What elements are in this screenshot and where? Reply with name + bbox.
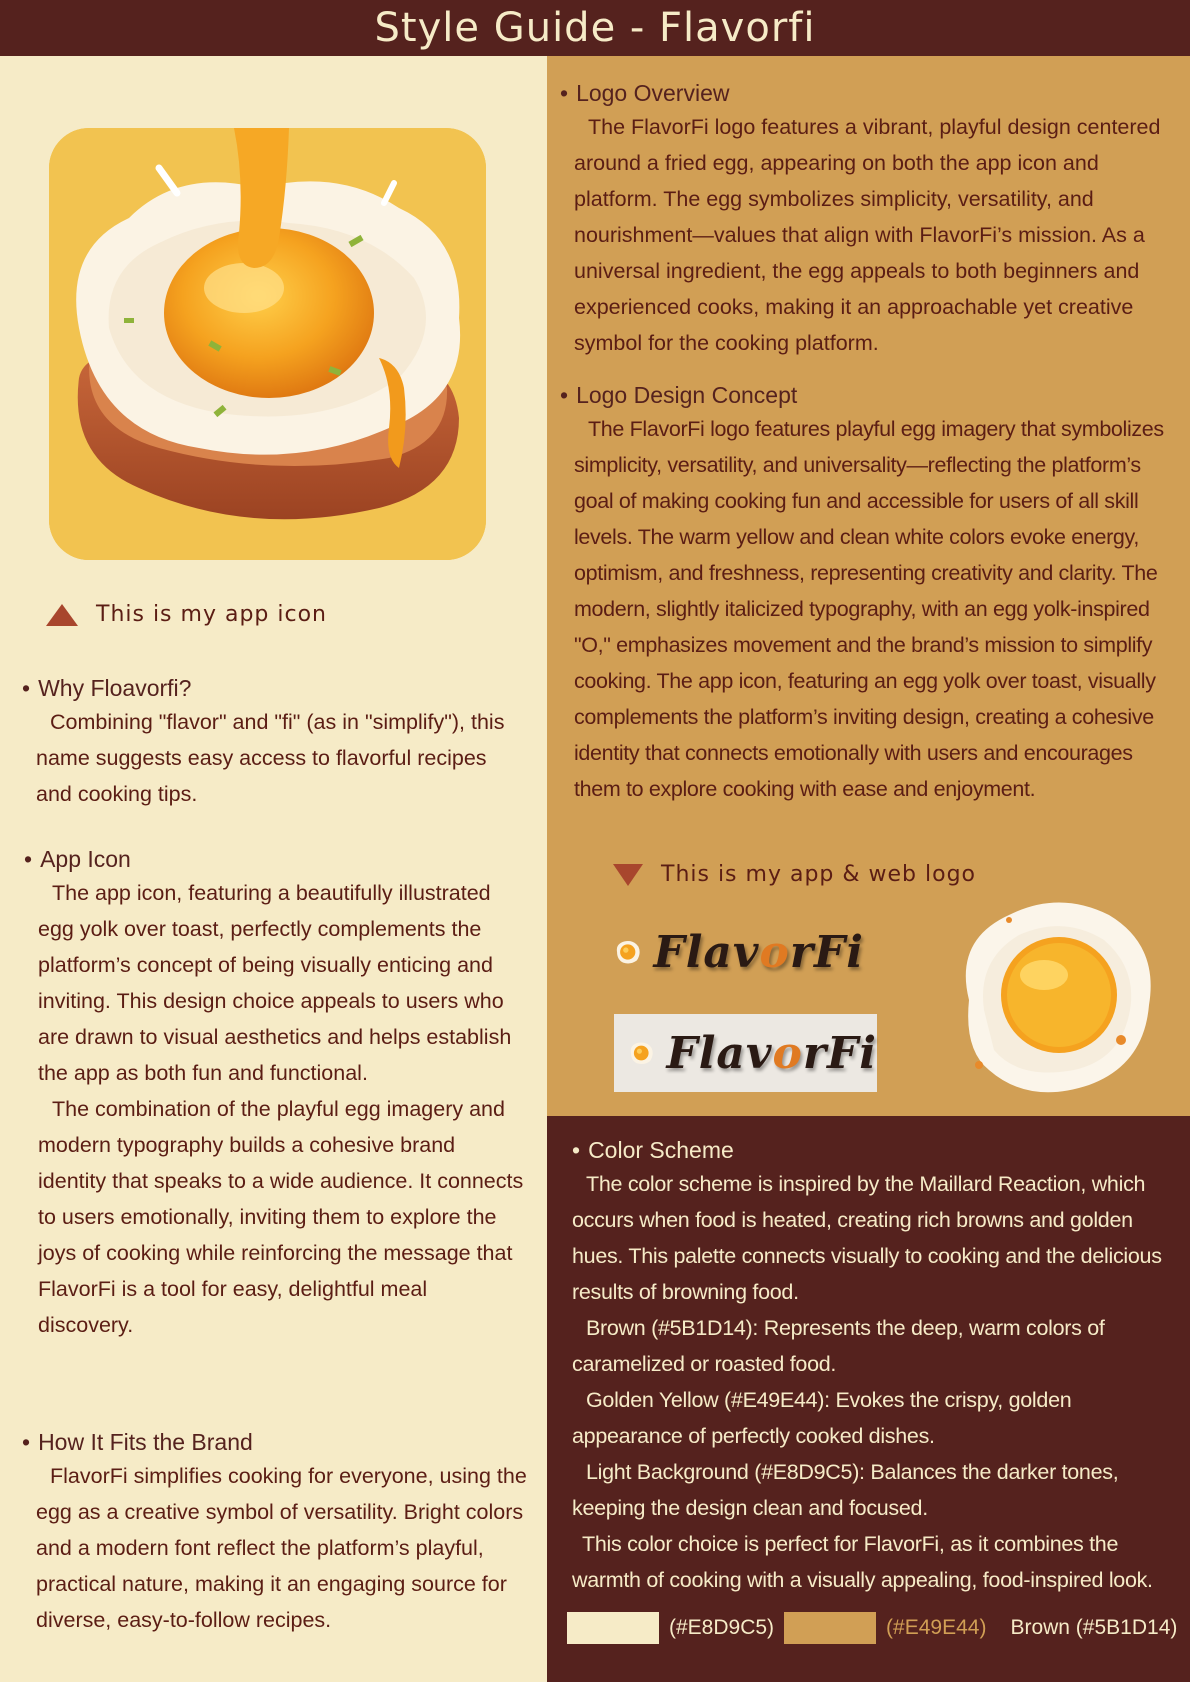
logo-caption-text: This is my app & web logo [661,862,976,887]
color-scheme-panel: • Color Scheme The color scheme is inspir… [547,1116,1190,1682]
section-color-scheme: • Color Scheme The color scheme is inspir… [572,1134,1182,1598]
right-column-top: • Logo Overview The FlavorFi logo feature… [547,56,1190,1116]
app-icon-illustration [49,128,486,560]
section-title: App Icon [40,846,131,872]
app-icon-caption-text: This is my app icon [96,602,327,627]
logo-on-light: FlavorFi [614,1014,877,1092]
triangle-down-icon [613,863,643,886]
bullet-icon: • [24,846,33,872]
section-app-icon: • App Icon The app icon, featuring a beau… [24,843,524,1343]
bullet-icon: • [22,675,31,701]
logo-wordmark: FlavorFi [653,926,864,978]
swatch-golden [784,1612,877,1644]
page-title: Style Guide - Flavorfi [374,5,816,51]
section-paragraph: Combining "flavor" and "fi" (as in "simp… [36,710,505,806]
section-paragraph: This color choice is perfect for FlavorF… [572,1532,1153,1592]
section-title: How It Fits the Brand [38,1429,253,1455]
fried-egg-icon [630,1042,653,1065]
app-icon-caption: This is my app icon [46,602,327,627]
section-paragraph: Golden Yellow (#E49E44): Evokes the cris… [572,1388,1072,1448]
section-paragraph: Brown (#5B1D14): Represents the deep, wa… [572,1316,1105,1376]
logo-wordmark: FlavorFi [666,1027,877,1079]
swatch-golden-label: (#E49E44) [886,1616,987,1639]
section-paragraph: Light Background (#E8D9C5): Balances the… [572,1460,1119,1520]
logo-on-gold: FlavorFi [614,916,864,988]
bullet-icon: • [572,1137,581,1163]
section-title: Color Scheme [588,1137,734,1163]
swatch-light-label: (#E8D9C5) [669,1616,775,1639]
section-paragraph: The color scheme is inspired by the Mail… [572,1172,1162,1304]
large-fried-egg-icon [965,902,1151,1093]
logo-caption: This is my app & web logo [613,862,976,887]
section-title: Why Floavorfi? [38,675,192,701]
egg-on-toast-icon [49,128,486,560]
bullet-icon: • [560,382,569,408]
swatch-light [567,1612,659,1644]
section-logo-overview: • Logo Overview The FlavorFi logo feature… [560,77,1178,361]
section-paragraph: FlavorFi simplifies cooking for everyone… [36,1464,527,1632]
bullet-icon: • [22,1429,31,1455]
section-paragraph: The FlavorFi logo features playful egg i… [574,417,1164,801]
section-title: Logo Design Concept [576,382,798,408]
left-column: This is my app icon • Why Floavorfi? Comb… [0,56,547,1682]
fried-egg-icon [616,941,640,964]
color-swatches: (#E8D9C5) (#E49E44) Brown (#5B1D14) [567,1612,1177,1644]
section-paragraph: The combination of the playful egg image… [38,1097,524,1337]
swatch-brown-label: Brown (#5B1D14) [1010,1616,1178,1639]
section-paragraph: The FlavorFi logo features a vibrant, pl… [574,115,1161,355]
bullet-icon: • [560,80,569,106]
page-header: Style Guide - Flavorfi [0,0,1190,56]
triangle-up-icon [46,603,78,626]
section-fits-brand: • How It Fits the Brand FlavorFi simplifi… [22,1426,527,1638]
section-why-flavorfi: • Why Floavorfi? Combining "flavor" and "… [22,672,522,812]
section-logo-design-concept: • Logo Design Concept The FlavorFi logo f… [560,379,1180,807]
section-title: Logo Overview [576,80,730,106]
section-paragraph: The app icon, featuring a beautifully il… [38,881,512,1085]
